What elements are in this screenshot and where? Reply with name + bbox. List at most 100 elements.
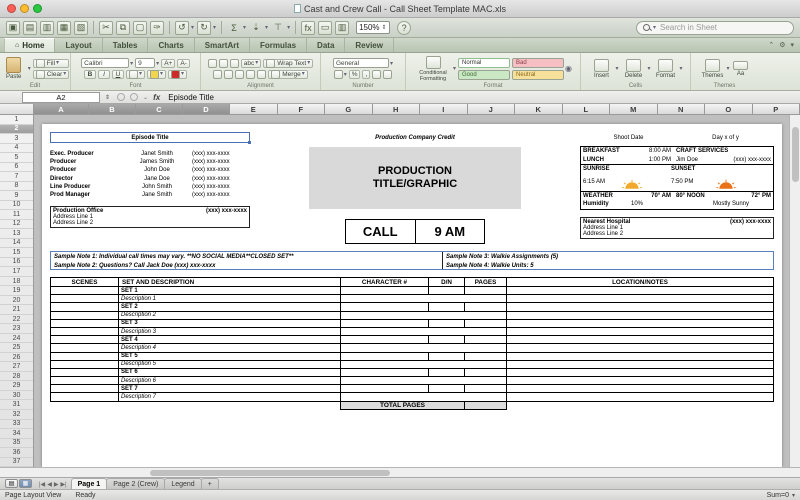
scene-number-cell[interactable] xyxy=(50,359,119,369)
set-description-cell[interactable]: Description 1 xyxy=(118,294,341,304)
location-notes-cell[interactable] xyxy=(506,326,774,337)
location-notes-cell[interactable] xyxy=(506,359,774,369)
scene-number-cell[interactable] xyxy=(50,351,119,361)
copy-icon[interactable]: ⧉ xyxy=(116,20,130,35)
row-header-6[interactable]: 6 xyxy=(0,163,33,173)
insert-cells-button[interactable]: Insert xyxy=(588,58,614,79)
undo-dropdown-icon[interactable]: ▾ xyxy=(191,24,194,31)
scene-number-cell[interactable] xyxy=(50,294,119,304)
paste-icon[interactable]: ▢ xyxy=(133,20,147,35)
sort-dropdown-icon[interactable]: ▾ xyxy=(265,24,268,31)
dn-cell[interactable] xyxy=(428,318,465,328)
row-header-20[interactable]: 20 xyxy=(0,296,33,306)
scene-number-cell[interactable] xyxy=(50,343,119,353)
scene-number-cell[interactable] xyxy=(50,326,119,337)
row-header-34[interactable]: 34 xyxy=(0,429,33,439)
dn-cell[interactable] xyxy=(428,384,465,394)
function-icon[interactable]: fx xyxy=(153,93,160,102)
row-header-29[interactable]: 29 xyxy=(0,381,33,391)
chart-icon[interactable]: ▥ xyxy=(335,20,350,35)
style-neutral[interactable]: Neutral xyxy=(512,69,565,80)
row-header-32[interactable]: 32 xyxy=(0,410,33,420)
gallery-icon[interactable]: ▭ xyxy=(318,20,333,35)
episode-title-cell[interactable]: Episode Title xyxy=(50,132,251,144)
underline-button[interactable]: U xyxy=(111,70,124,79)
row-header-35[interactable]: 35 xyxy=(0,439,33,449)
filter-icon[interactable]: ⊤ xyxy=(271,21,285,35)
table-row[interactable]: Description 4 xyxy=(50,343,774,353)
format-painter-icon[interactable]: ✑ xyxy=(150,20,164,35)
function-icon[interactable]: fx xyxy=(301,20,316,35)
row-header-28[interactable]: 28 xyxy=(0,372,33,382)
tab-smartart[interactable]: SmartArt xyxy=(195,38,251,52)
table-row[interactable]: Description 7 xyxy=(50,392,774,402)
themes-dropdown-icon[interactable]: ▾ xyxy=(726,65,729,72)
zoom-stepper-icon[interactable]: ⇕ xyxy=(382,24,387,31)
scene-number-cell[interactable] xyxy=(50,384,119,394)
font-color-button[interactable]: ▾ xyxy=(168,70,188,79)
fill-dropdown-icon[interactable]: ▾ xyxy=(56,59,59,68)
column-header-a[interactable]: A xyxy=(34,104,89,114)
table-row[interactable]: SET 2 xyxy=(50,302,774,312)
more-styles-icon[interactable]: ◉ xyxy=(565,64,572,73)
delete-dropdown-icon[interactable]: ▾ xyxy=(647,65,650,72)
borders-button[interactable]: ▾ xyxy=(125,70,145,79)
close-window-button[interactable] xyxy=(7,4,16,13)
nav-next-sheet-icon[interactable]: ▶ xyxy=(54,481,59,488)
indent-decrease-icon[interactable] xyxy=(246,69,256,79)
sheet-tab-page-2-crew[interactable]: Page 2 (Crew) xyxy=(106,478,166,489)
chevron-down-icon[interactable]: ▾ xyxy=(790,41,794,49)
vertical-scroll-thumb[interactable] xyxy=(792,127,799,182)
tab-home[interactable]: ⌂ Home xyxy=(4,38,56,52)
set-description-cell[interactable]: Description 2 xyxy=(118,310,341,320)
character-cell[interactable] xyxy=(340,384,429,394)
column-header-f[interactable]: F xyxy=(277,104,325,114)
number-format-dropdown-icon[interactable]: ▾ xyxy=(390,60,393,67)
character-cell[interactable] xyxy=(340,367,429,378)
align-bottom-icon[interactable] xyxy=(229,58,239,68)
italic-button[interactable]: I xyxy=(97,70,110,79)
location-notes-cell[interactable] xyxy=(506,392,774,402)
pages-cell[interactable] xyxy=(464,384,507,394)
add-sheet-button[interactable]: + xyxy=(200,478,219,489)
help-icon[interactable]: ? xyxy=(397,20,412,35)
column-header-h[interactable]: H xyxy=(372,104,420,114)
grow-font-button[interactable]: A+ xyxy=(161,58,176,68)
table-row[interactable]: Description 2 xyxy=(50,310,774,320)
scene-number-cell[interactable] xyxy=(50,376,119,386)
column-header-i[interactable]: I xyxy=(420,104,468,114)
table-row[interactable]: SET 4 xyxy=(50,335,774,345)
row-header-23[interactable]: 23 xyxy=(0,324,33,334)
comma-button[interactable]: , xyxy=(362,70,371,79)
paste-button[interactable]: Paste xyxy=(1,57,27,80)
column-header-d[interactable]: D xyxy=(183,104,230,114)
table-row[interactable]: SET 7 xyxy=(50,384,774,394)
minimize-window-button[interactable] xyxy=(20,4,29,13)
character-cell[interactable] xyxy=(340,318,429,328)
dn-cell[interactable] xyxy=(428,285,465,296)
table-row[interactable]: Description 1 xyxy=(50,294,774,304)
percent-button[interactable]: % xyxy=(348,70,361,79)
location-notes-cell[interactable] xyxy=(506,285,774,296)
location-notes-cell[interactable] xyxy=(506,384,774,394)
set-name-cell[interactable]: SET 5 xyxy=(118,351,341,361)
column-header-e[interactable]: E xyxy=(230,104,278,114)
search-in-sheet-input[interactable]: ▾ Search in Sheet xyxy=(636,20,794,35)
wrap-text-dropdown-icon[interactable]: ▾ xyxy=(307,59,310,68)
themes-button[interactable]: Themes xyxy=(699,58,725,79)
tab-charts[interactable]: Charts xyxy=(148,38,195,52)
align-left-icon[interactable] xyxy=(213,69,223,79)
column-header-m[interactable]: M xyxy=(610,104,658,114)
orientation-dropdown-icon[interactable]: ▾ xyxy=(255,59,258,68)
column-header-o[interactable]: O xyxy=(705,104,753,114)
description-span-cell[interactable] xyxy=(340,310,507,320)
clear-button[interactable]: Clear ▾ xyxy=(32,69,70,79)
tab-layout[interactable]: Layout xyxy=(55,38,103,52)
tab-formulas[interactable]: Formulas xyxy=(250,38,308,52)
align-middle-icon[interactable] xyxy=(218,58,228,68)
conditional-formatting-button[interactable]: Conditional Formatting xyxy=(414,55,452,82)
gear-icon[interactable]: ⚙ xyxy=(779,41,785,49)
row-header-31[interactable]: 31 xyxy=(0,400,33,410)
window-controls[interactable] xyxy=(0,4,42,13)
row-header-9[interactable]: 9 xyxy=(0,191,33,201)
